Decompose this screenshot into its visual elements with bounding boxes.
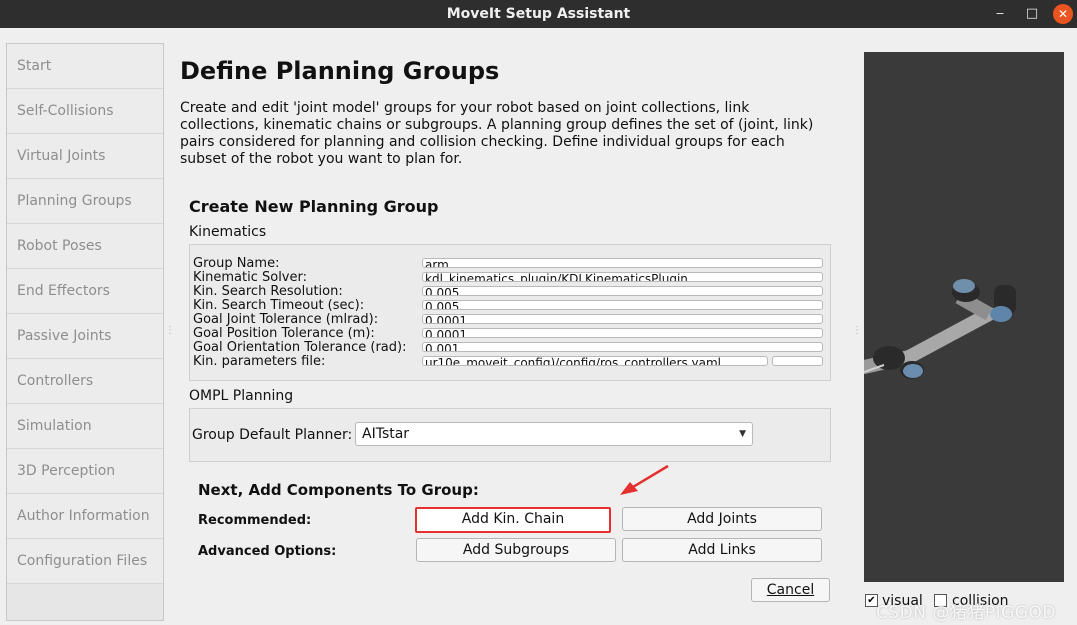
window-title: MoveIt Setup Assistant [446,6,631,22]
arrow-shaft [627,464,669,492]
annotation-arrow [620,464,669,495]
chevron-down-icon: ▼ [739,429,746,439]
default-planner-select[interactable]: AITstar ▼ [355,422,753,446]
page-description: Create and edit 'joint model' groups for… [180,100,814,167]
create-group-title: Create New Planning Group [189,197,439,216]
group-name-row: Group Name: arm [190,257,830,271]
sidebar-item-self-collisions[interactable]: Self-Collisions [7,89,163,134]
default-planner-label: Group Default Planner: [192,427,353,443]
recommended-label: Recommended: [198,513,312,528]
main-panel: Define Planning Groups Create and edit '… [172,28,850,625]
position-tolerance-row: Goal Position Tolerance (m): 0.0001 [190,327,830,341]
add-subgroups-button[interactable]: Add Subgroups [416,538,616,562]
search-timeout-label: Kin. Search Timeout (sec): [193,298,365,313]
sidebar-item-passive-joints[interactable]: Passive Joints [7,314,163,359]
cancel-button[interactable]: Cancel [751,578,830,602]
group-name-input[interactable]: arm [422,258,823,268]
search-timeout-row: Kin. Search Timeout (sec): 0.005 [190,299,830,313]
joint-tolerance-label: Goal Joint Tolerance (mlrad): [193,312,379,327]
watermark-text: CSDN @猪猪PIGGOD [876,603,1056,623]
sidebar-item-simulation[interactable]: Simulation [7,404,163,449]
add-joints-button[interactable]: Add Joints [622,507,822,531]
search-resolution-input[interactable]: 0.005 [422,286,823,296]
joint-tolerance-input[interactable]: 0.0001 [422,314,823,324]
right-splitter-handle[interactable]: ⋮ [852,325,862,339]
position-tolerance-input[interactable]: 0.0001 [422,328,823,338]
orientation-tolerance-label: Goal Orientation Tolerance (rad): [193,340,407,355]
sidebar-item-start[interactable]: Start [7,44,163,89]
kinematic-solver-row: Kinematic Solver: kdl_kinematics_plugin/… [190,271,830,285]
search-timeout-input[interactable]: 0.005 [422,300,823,310]
window-titlebar: MoveIt Setup Assistant ‒ □ ✕ [0,0,1077,28]
search-resolution-row: Kin. Search Resolution: 0.005 [190,285,830,299]
sidebar-item-robot-poses[interactable]: Robot Poses [7,224,163,269]
position-tolerance-label: Goal Position Tolerance (m): [193,326,375,341]
advanced-options-label: Advanced Options: [198,544,337,559]
sidebar-nav: Start Self-Collisions Virtual Joints Pla… [6,43,164,621]
kin-params-browse-button[interactable] [772,356,823,366]
kinematics-groupbox: Group Name: arm Kinematic Solver: kdl_ki… [189,244,831,381]
add-components-title: Next, Add Components To Group: [198,481,479,499]
orientation-tolerance-input[interactable]: 0.001 [422,342,823,352]
kin-params-label: Kin. parameters file: [193,354,326,369]
kinematic-solver-label: Kinematic Solver: [193,270,307,285]
left-splitter-handle[interactable]: ⋮ [165,325,175,339]
close-button[interactable]: ✕ [1053,4,1073,24]
sidebar-item-controllers[interactable]: Controllers [7,359,163,404]
sidebar-item-author-information[interactable]: Author Information [7,494,163,539]
minimize-button[interactable]: ‒ [990,4,1010,24]
group-name-label: Group Name: [193,256,280,271]
page-title: Define Planning Groups [180,57,500,85]
sidebar-item-end-effectors[interactable]: End Effectors [7,269,163,314]
kin-params-input[interactable]: ur10e_moveit_config)/config/ros_controll… [422,356,768,366]
joint-tolerance-row: Goal Joint Tolerance (mlrad): 0.0001 [190,313,830,327]
sidebar-item-planning-groups[interactable]: Planning Groups [7,179,163,224]
kinematic-solver-select[interactable]: kdl_kinematics_plugin/KDLKinematicsPlugi… [422,272,823,282]
kinematics-label: Kinematics [189,224,267,240]
sidebar-item-virtual-joints[interactable]: Virtual Joints [7,134,163,179]
sidebar-item-3d-perception[interactable]: 3D Perception [7,449,163,494]
arrow-head [620,482,638,495]
orientation-tolerance-row: Goal Orientation Tolerance (rad): 0.001 [190,341,830,355]
add-links-button[interactable]: Add Links [622,538,822,562]
sidebar-item-configuration-files[interactable]: Configuration Files [7,539,163,584]
robot-3d-viewport[interactable] [857,52,1064,582]
robot-arm-image [857,279,1016,379]
kin-params-row: Kin. parameters file: ur10e_moveit_confi… [190,355,830,369]
cancel-label: Cancel [766,582,815,598]
maximize-button[interactable]: □ [1022,4,1042,24]
search-resolution-label: Kin. Search Resolution: [193,284,343,299]
default-planner-value: AITstar [362,426,410,442]
add-kin-chain-button[interactable]: Add Kin. Chain [415,507,611,533]
ompl-planning-label: OMPL Planning [189,388,294,404]
